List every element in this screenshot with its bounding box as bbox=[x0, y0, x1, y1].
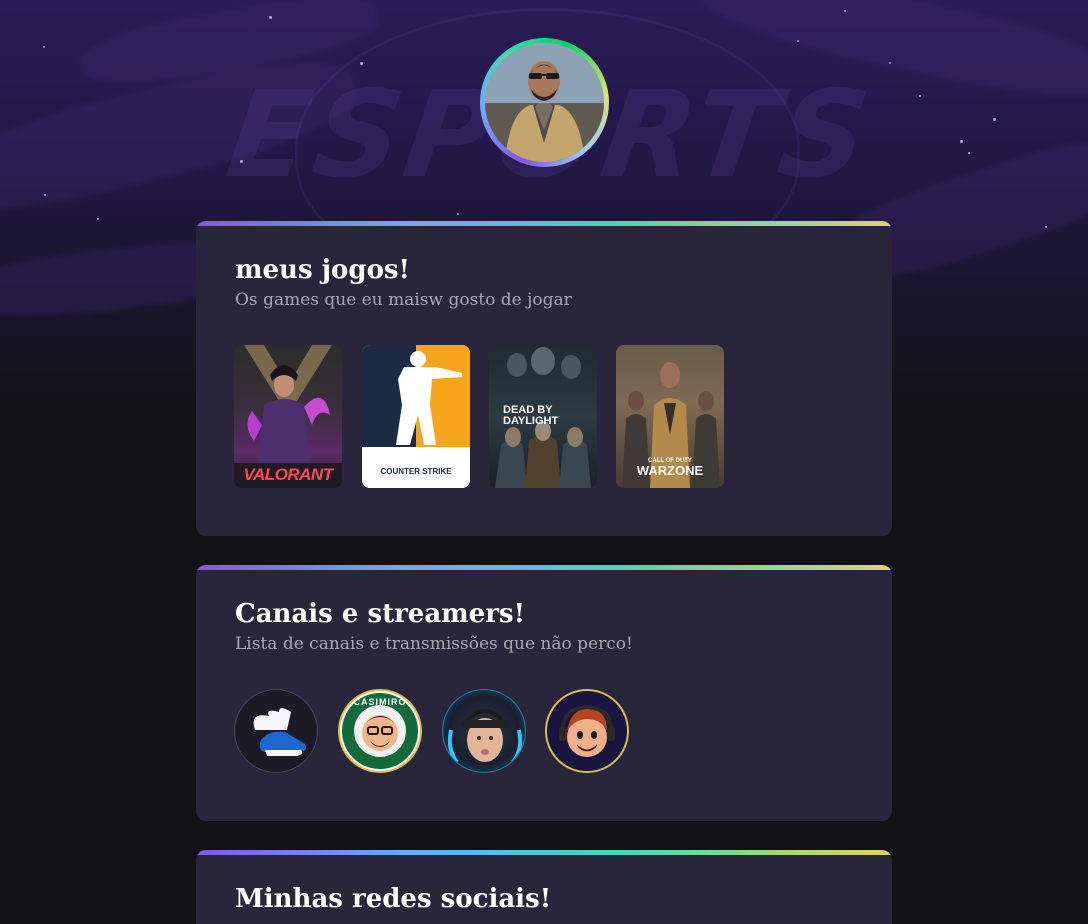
games-card: meus jogos! Os games que eu maisw gosto … bbox=[196, 221, 892, 536]
cartoon-streamer-avatar-icon bbox=[559, 704, 615, 757]
games-subtitle: Os games que eu maisw gosto de jogar bbox=[235, 290, 572, 310]
game-warzone-label: WARZONE bbox=[636, 463, 704, 478]
game-dead-by-daylight-label: DEAD BY DAYLIGHT bbox=[503, 404, 559, 427]
channel-winged-shoe[interactable] bbox=[234, 689, 318, 773]
winged-shoe-avatar-icon bbox=[253, 708, 306, 756]
game-warzone[interactable]: CALL OF DUTY WARZONE bbox=[616, 345, 724, 488]
game-counter-strike-label: COUNTER STRIKE bbox=[380, 467, 452, 476]
channel-casimiro[interactable]: CASIMIRO bbox=[338, 689, 422, 773]
casimiro-label: CASIMIRO bbox=[353, 697, 407, 707]
profile-avatar[interactable] bbox=[480, 38, 609, 167]
channels-subtitle: Lista de canais e transmissões que não p… bbox=[235, 634, 633, 654]
games-title: meus jogos! bbox=[235, 255, 410, 285]
profile-photo-icon bbox=[485, 43, 604, 162]
channel-streamer-cap[interactable] bbox=[442, 689, 526, 773]
channels-title: Canais e streamers! bbox=[235, 599, 525, 629]
game-dead-by-daylight[interactable]: DEAD BY DAYLIGHT bbox=[489, 345, 597, 488]
streamer-cap-avatar-icon bbox=[447, 709, 523, 764]
social-card: Minhas redes sociais! bbox=[196, 850, 892, 924]
channel-cartoon-streamer[interactable] bbox=[545, 689, 629, 773]
game-valorant[interactable]: VALORANT bbox=[234, 345, 342, 488]
game-counter-strike[interactable]: COUNTER STRIKE bbox=[362, 345, 470, 488]
game-valorant-label: VALORANT bbox=[243, 465, 333, 484]
social-title: Minhas redes sociais! bbox=[235, 884, 552, 914]
channels-card: Canais e streamers! Lista de canais e tr… bbox=[196, 565, 892, 821]
